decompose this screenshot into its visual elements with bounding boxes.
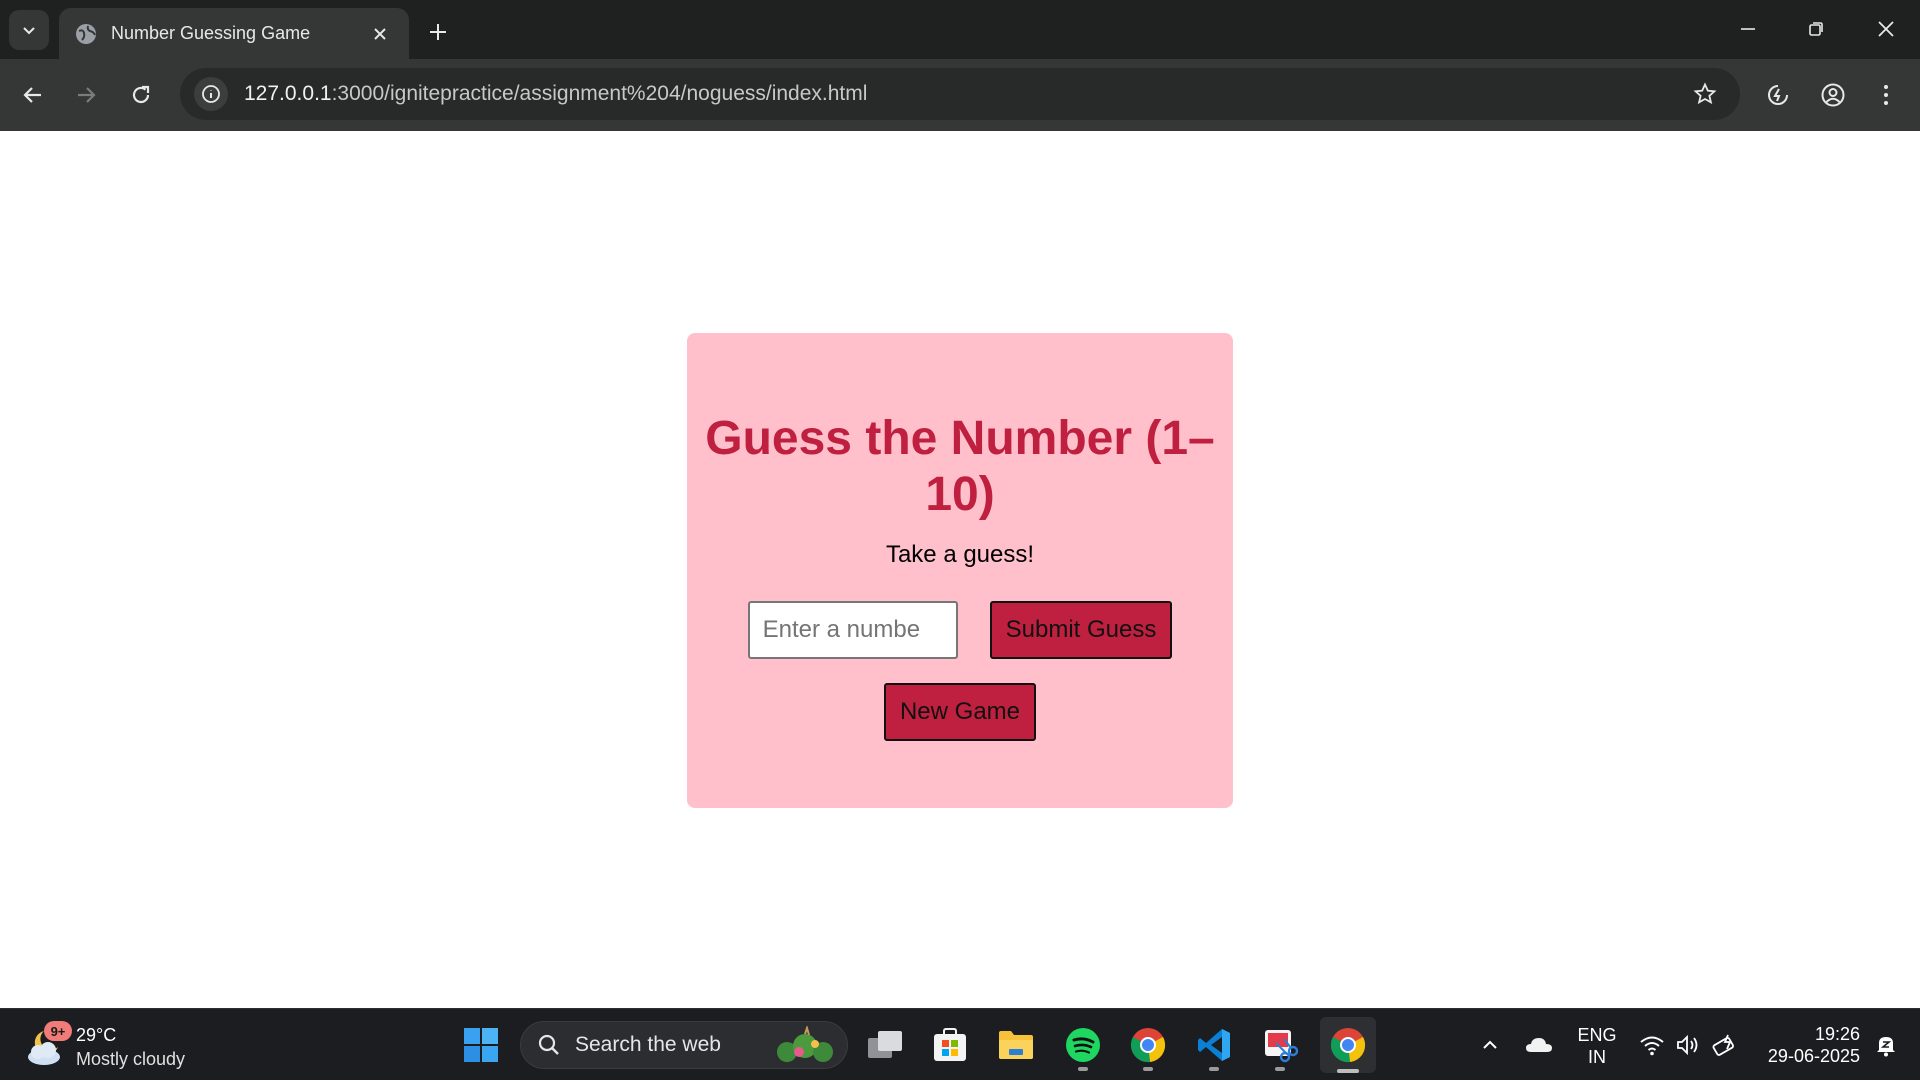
chevron-down-icon — [23, 27, 35, 35]
chrome-icon — [1330, 1028, 1366, 1063]
tab-strip: Number Guessing Game — [0, 0, 1920, 59]
taskbar-search[interactable]: Search the web — [520, 1021, 848, 1069]
game-card: Guess the Number (1–10) Take a guess! Su… — [687, 333, 1233, 808]
store-icon — [934, 1028, 966, 1061]
wifi-button[interactable] — [1634, 1019, 1670, 1071]
new-game-row: New Game — [687, 683, 1233, 741]
search-highlight-icon — [777, 1026, 833, 1062]
page-viewport: Guess the Number (1–10) Take a guess! Su… — [0, 131, 1920, 1008]
taskbar: 9+ 29°C Mostly cloudy Search the web ENG… — [0, 1008, 1920, 1080]
spotify-app[interactable] — [1057, 1019, 1109, 1071]
plus-icon — [430, 24, 446, 40]
chevron-up-icon — [1483, 1040, 1497, 1049]
running-indicator — [1275, 1067, 1285, 1071]
weather-widget[interactable]: 9+ 29°C Mostly cloudy — [24, 1017, 204, 1073]
clock-time: 19:26 — [1814, 1024, 1860, 1044]
running-indicator — [1078, 1067, 1088, 1071]
tab-close-button[interactable] — [367, 21, 393, 47]
site-info-button[interactable] — [194, 77, 228, 111]
restore-button[interactable] — [1788, 8, 1844, 50]
file-explorer-app[interactable] — [990, 1019, 1042, 1071]
weather-description: Mostly cloudy — [76, 1049, 186, 1069]
wifi-icon — [1640, 1036, 1664, 1056]
snipping-tool-icon — [1265, 1030, 1298, 1063]
spotify-icon — [1066, 1028, 1100, 1062]
search-placeholder: Search the web — [575, 1033, 721, 1056]
globe-icon — [76, 23, 96, 44]
onedrive-button[interactable] — [1518, 1019, 1560, 1071]
running-indicator — [1337, 1069, 1359, 1073]
new-game-button[interactable]: New Game — [883, 683, 1037, 741]
game-title: Guess the Number (1–10) — [705, 412, 1215, 521]
notification-badge: 9+ — [44, 1021, 72, 1041]
browser-toolbar: 127.0.0.1:3000/ignitepractice/assignment… — [0, 59, 1920, 131]
task-view-icon — [868, 1031, 902, 1058]
address-bar[interactable]: 127.0.0.1:3000/ignitepractice/assignment… — [180, 68, 1740, 120]
arrow-right-icon — [78, 87, 96, 103]
reload-icon — [132, 85, 150, 104]
running-indicator — [1143, 1067, 1153, 1071]
notifications-button[interactable] — [1866, 1019, 1906, 1071]
game-message: Take a guess! — [885, 541, 1035, 568]
language-indicator[interactable]: ENG IN — [1572, 1024, 1622, 1068]
bookmark-button[interactable] — [1688, 77, 1722, 111]
performance-icon — [1768, 85, 1788, 105]
guess-input[interactable] — [747, 601, 958, 659]
volume-icon — [1677, 1034, 1698, 1056]
tab-search-button[interactable] — [9, 10, 49, 50]
battery-button[interactable] — [1706, 1019, 1744, 1071]
vscode-icon — [1198, 1029, 1230, 1061]
cloud-icon — [1526, 1038, 1552, 1052]
chrome-app[interactable] — [1122, 1019, 1174, 1071]
weather-temperature: 29°C — [76, 1025, 117, 1045]
close-icon — [1878, 21, 1894, 37]
more-vertical-icon — [1884, 85, 1888, 105]
tab-title: Number Guessing Game — [111, 23, 311, 43]
chrome-active-app[interactable] — [1320, 1017, 1376, 1073]
running-indicator — [1209, 1067, 1219, 1071]
star-icon — [1693, 82, 1717, 105]
back-button[interactable] — [11, 73, 55, 117]
windows-icon — [464, 1028, 498, 1062]
info-icon — [202, 85, 220, 103]
arrow-left-icon — [23, 87, 41, 103]
url-text: 127.0.0.1:3000/ignitepractice/assignment… — [244, 82, 868, 105]
start-button[interactable] — [455, 1019, 507, 1071]
search-icon — [538, 1034, 559, 1055]
snipping-tool-app[interactable] — [1254, 1019, 1306, 1071]
restore-icon — [1809, 22, 1823, 36]
battery-charging-icon — [1712, 1034, 1734, 1056]
submit-guess-button[interactable]: Submit Guess — [989, 601, 1173, 659]
close-window-button[interactable] — [1858, 8, 1914, 50]
profile-icon — [1821, 83, 1845, 107]
active-tab[interactable]: Number Guessing Game — [59, 8, 409, 59]
new-tab-button[interactable] — [420, 14, 456, 50]
minimize-button[interactable] — [1720, 8, 1776, 50]
task-view-button[interactable] — [859, 1019, 911, 1071]
store-app[interactable] — [924, 1019, 976, 1071]
extension-button[interactable] — [1756, 73, 1800, 117]
language-code: ENG — [1577, 1025, 1617, 1045]
close-icon — [374, 27, 386, 40]
vscode-app[interactable] — [1188, 1019, 1240, 1071]
volume-button[interactable] — [1670, 1019, 1706, 1071]
folder-icon — [999, 1031, 1033, 1059]
reload-button[interactable] — [119, 73, 163, 117]
guess-row: Submit Guess — [687, 601, 1233, 659]
chrome-icon — [1130, 1028, 1166, 1063]
bell-icon — [1877, 1037, 1895, 1057]
clock-date: 29-06-2025 — [1767, 1046, 1860, 1066]
forward-button[interactable] — [64, 73, 108, 117]
menu-button[interactable] — [1864, 73, 1908, 117]
clock[interactable]: 19:26 29-06-2025 — [1756, 1023, 1860, 1067]
show-hidden-icons-button[interactable] — [1470, 1019, 1510, 1071]
language-region: IN — [1588, 1047, 1606, 1067]
profile-button[interactable] — [1811, 73, 1855, 117]
minimize-icon — [1741, 28, 1755, 30]
